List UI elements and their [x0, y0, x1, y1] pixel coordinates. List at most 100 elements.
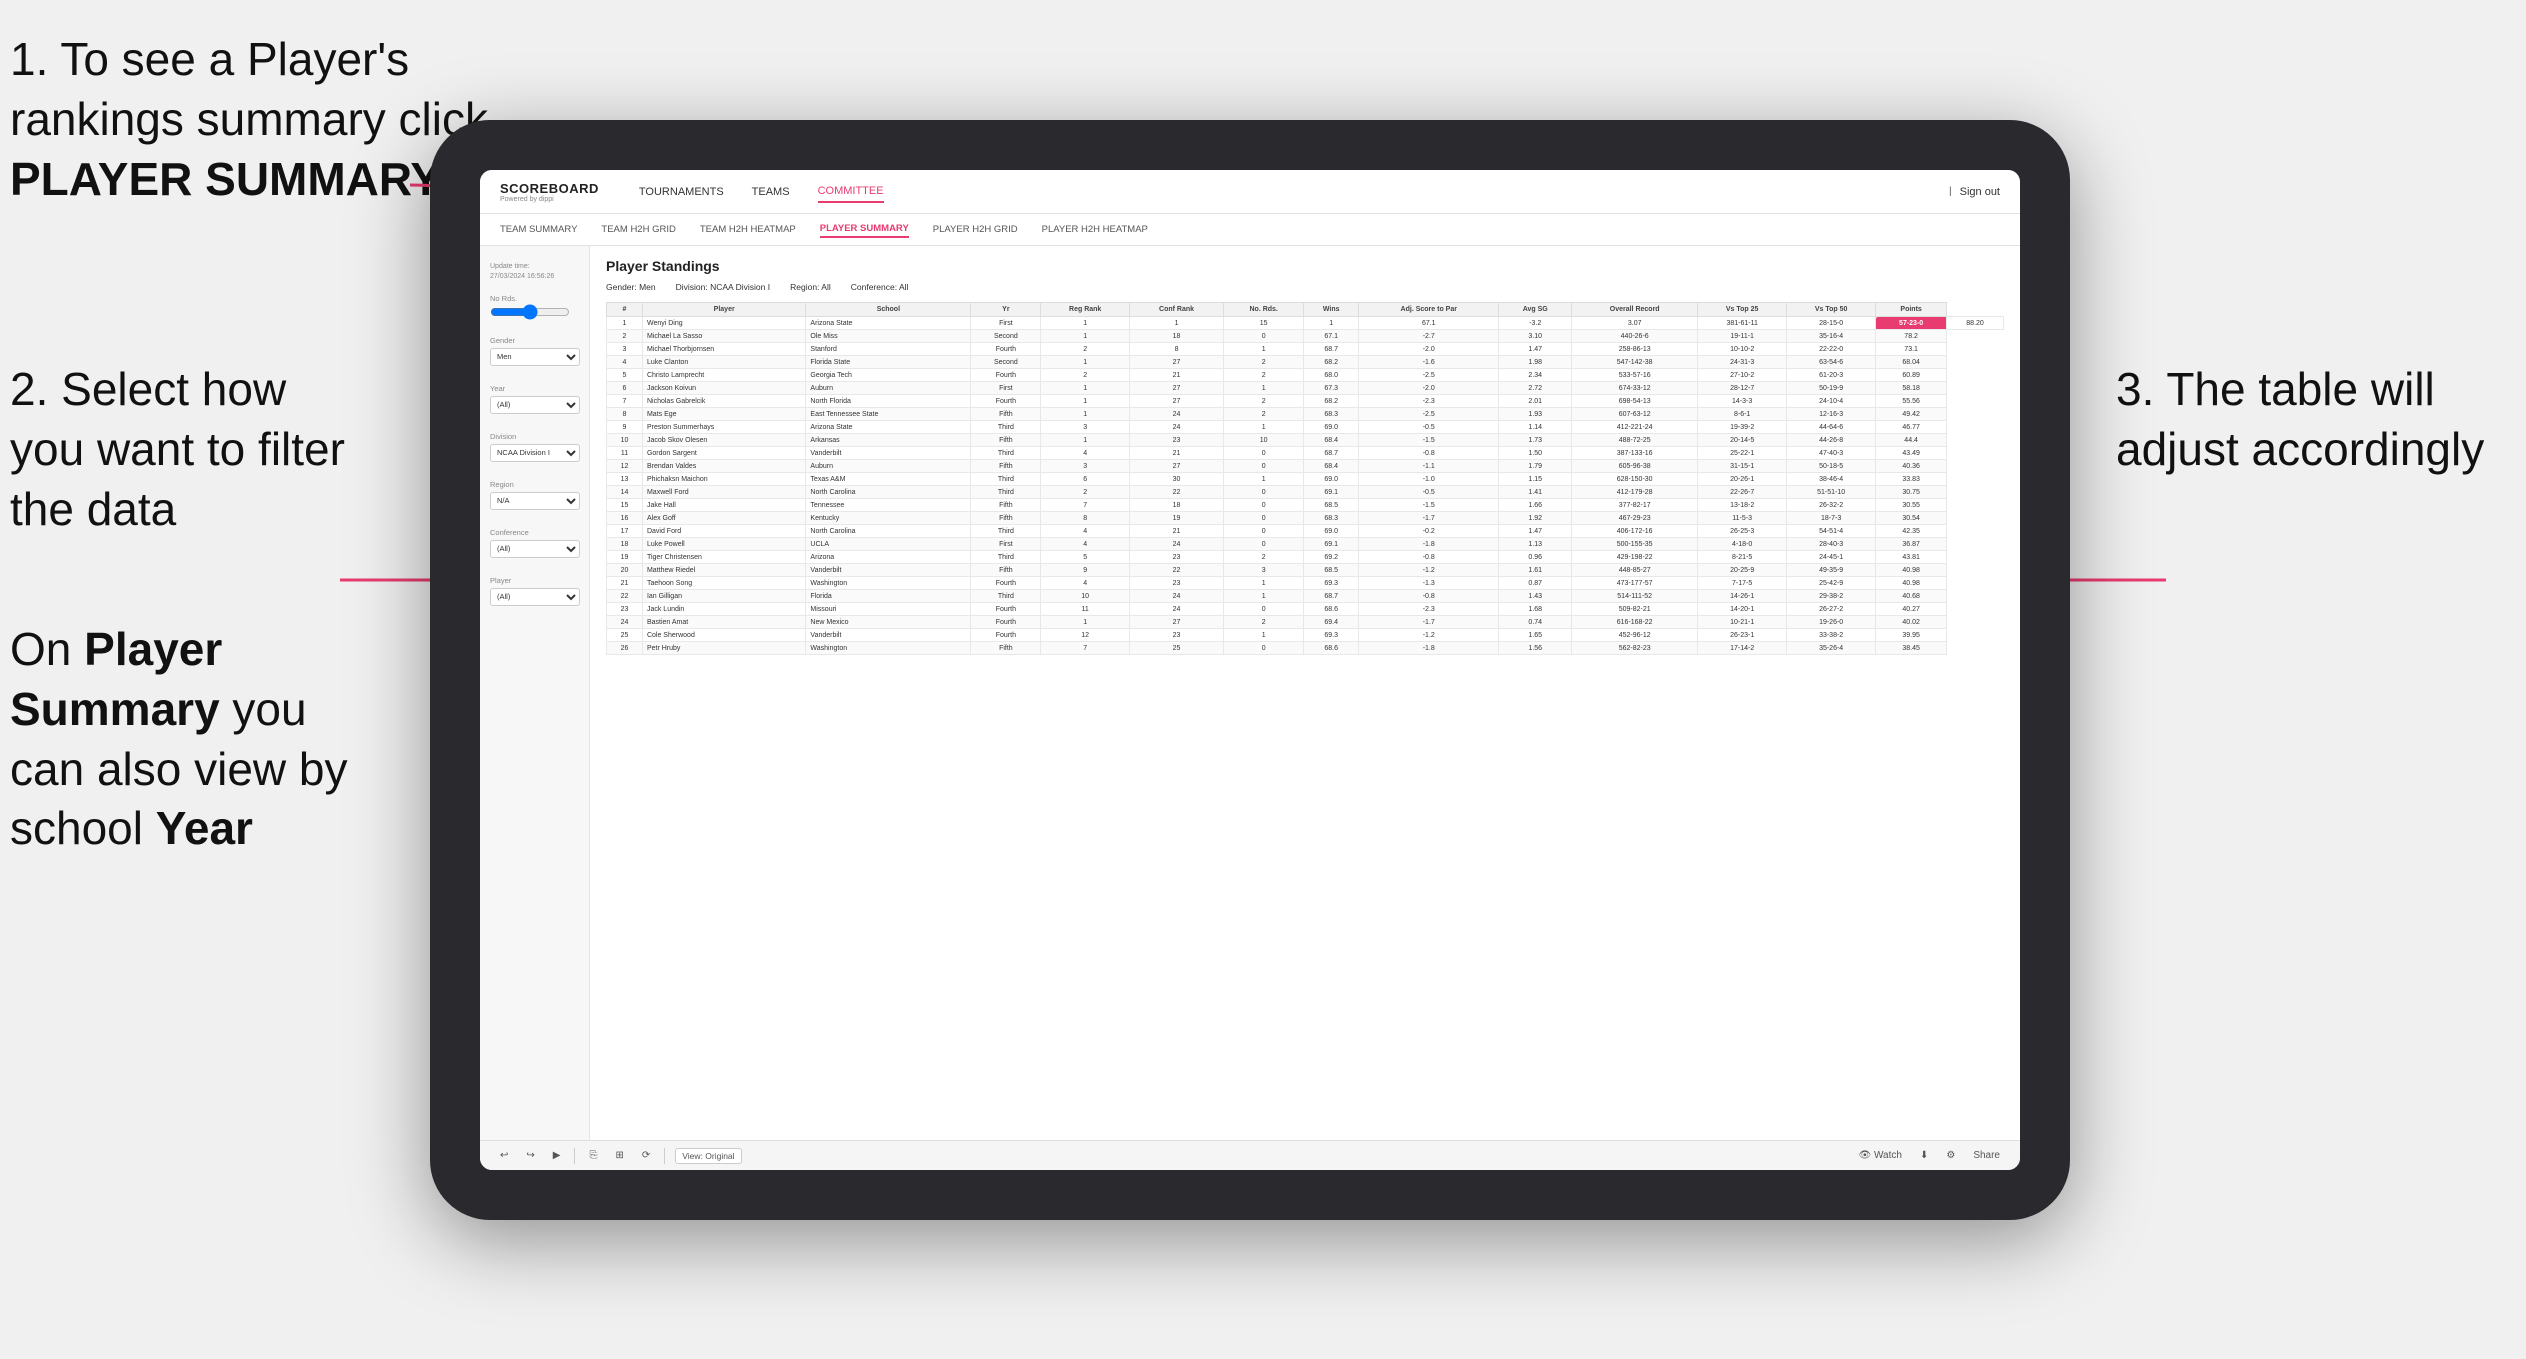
toolbar-sep2	[664, 1148, 665, 1164]
table-row[interactable]: 15Jake HallTennesseeFifth718068.5-1.51.6…	[607, 499, 2004, 512]
table-row[interactable]: 17David FordNorth CarolinaThird421069.0-…	[607, 525, 2004, 538]
sub-nav-player-h2h-grid[interactable]: PLAYER H2H GRID	[933, 222, 1018, 237]
col-conf-rank: Conf Rank	[1129, 303, 1223, 317]
main-content: Update time: 27/03/2024 16:56:26 No Rds.…	[480, 246, 2020, 1140]
table-row[interactable]: 23Jack LundinMissouriFourth1124068.6-2.3…	[607, 603, 2004, 616]
toolbar-undo[interactable]: ↩	[496, 1148, 512, 1163]
sign-out-link[interactable]: Sign out	[1960, 182, 2000, 202]
tablet-device: SCOREBOARD Powered by dippi TOURNAMENTS …	[430, 120, 2070, 1220]
table-row[interactable]: 6Jackson KoivunAuburnFirst127167.3-2.02.…	[607, 382, 2004, 395]
sub-nav-team-summary[interactable]: TEAM SUMMARY	[500, 222, 577, 237]
sidebar-no-rds-slider[interactable]	[490, 306, 570, 318]
sidebar-division-select[interactable]: NCAA Division I	[490, 444, 580, 462]
sidebar-conference-label: Conference	[490, 528, 579, 537]
col-school: School	[806, 303, 971, 317]
instruction-step1-bold: PLAYER SUMMARY	[10, 153, 441, 205]
nav-pipe: |	[1949, 186, 1952, 197]
sidebar-player-select[interactable]: (All)	[490, 588, 580, 606]
table-row[interactable]: 25Cole SherwoodVanderbiltFourth1223169.3…	[607, 629, 2004, 642]
table-row[interactable]: 12Brendan ValdesAuburnFifth327068.4-1.11…	[607, 460, 2004, 473]
table-row[interactable]: 11Gordon SargentVanderbiltThird421068.7-…	[607, 447, 2004, 460]
toolbar-watch[interactable]: 👁 Watch	[1855, 1148, 1906, 1163]
logo-text: SCOREBOARD	[500, 181, 599, 196]
table-row[interactable]: 2Michael La SassoOle MissSecond118067.1-…	[607, 330, 2004, 343]
bottom-toolbar: ↩ ↪ ▶ ⎘ ⊞ ⟳ View: Original 👁 Watch ⬇ ⚙ S…	[480, 1140, 2020, 1170]
toolbar-copy[interactable]: ⎘	[585, 1148, 601, 1163]
sidebar-update-time: Update time: 27/03/2024 16:56:26	[490, 262, 579, 282]
player-standings-table: # Player School Yr Reg Rank Conf Rank No…	[606, 302, 2004, 655]
filter-region: Region: All	[790, 282, 831, 292]
nav-item-teams[interactable]: TEAMS	[752, 182, 790, 202]
col-player: Player	[642, 303, 805, 317]
table-row[interactable]: 10Jacob Skov OlesenArkansasFifth1231068.…	[607, 434, 2004, 447]
sub-nav-player-summary[interactable]: PLAYER SUMMARY	[820, 221, 909, 238]
col-avg-sg: Avg SG	[1499, 303, 1572, 317]
table-header-row: # Player School Yr Reg Rank Conf Rank No…	[607, 303, 2004, 317]
sidebar-year-select[interactable]: (All)	[490, 396, 580, 414]
nav-items: TOURNAMENTS TEAMS COMMITTEE	[639, 181, 1919, 203]
table-row[interactable]: 3Michael ThorbjornsenStanfordFourth28168…	[607, 343, 2004, 356]
table-row[interactable]: 1Wenyi DingArizona StateFirst1115167.1-3…	[607, 317, 2004, 330]
col-yr: Yr	[971, 303, 1041, 317]
sidebar-division-label: Division	[490, 432, 579, 441]
sub-nav-team-h2h-grid[interactable]: TEAM H2H GRID	[601, 222, 675, 237]
table-row[interactable]: 18Luke PowellUCLAFirst424069.1-1.81.1350…	[607, 538, 2004, 551]
table-row[interactable]: 19Tiger ChristensenArizonaThird523269.2-…	[607, 551, 2004, 564]
table-row[interactable]: 20Matthew RiedelVanderbiltFifth922368.5-…	[607, 564, 2004, 577]
table-row[interactable]: 24Bastien AmatNew MexicoFourth127269.4-1…	[607, 616, 2004, 629]
toolbar-sep1	[574, 1148, 575, 1164]
col-points: Points	[1876, 303, 1947, 317]
sidebar-year-label: Year	[490, 384, 579, 393]
section-title: Player Standings	[606, 258, 2004, 274]
toolbar-share[interactable]: Share	[1969, 1148, 2004, 1163]
sidebar-no-rds-label: No Rds.	[490, 294, 579, 303]
sidebar-region-label: Region	[490, 480, 579, 489]
col-reg-rank: Reg Rank	[1041, 303, 1129, 317]
toolbar-paste[interactable]: ⊞	[611, 1148, 627, 1163]
instruction-step3: 3. The table will adjust accordingly	[2116, 360, 2496, 480]
filter-division: Division: NCAA Division I	[676, 282, 770, 292]
table-row[interactable]: 4Luke ClantonFlorida StateSecond127268.2…	[607, 356, 2004, 369]
sidebar-region-select[interactable]: N/A	[490, 492, 580, 510]
sidebar: Update time: 27/03/2024 16:56:26 No Rds.…	[480, 246, 590, 1140]
table-row[interactable]: 14Maxwell FordNorth CarolinaThird222069.…	[607, 486, 2004, 499]
toolbar-settings[interactable]: ⚙	[1942, 1148, 1959, 1163]
toolbar-refresh[interactable]: ⟳	[638, 1148, 654, 1163]
table-row[interactable]: 13Phichaksn MaichonTexas A&MThird630169.…	[607, 473, 2004, 486]
nav-item-tournaments[interactable]: TOURNAMENTS	[639, 182, 724, 202]
table-row[interactable]: 9Preston SummerhaysArizona StateThird324…	[607, 421, 2004, 434]
instruction-bottom-note1: On	[10, 623, 84, 675]
toolbar-redo[interactable]: ↪	[522, 1148, 538, 1163]
col-adj-score: Adj. Score to Par	[1359, 303, 1499, 317]
table-row[interactable]: 21Taehoon SongWashingtonFourth423169.3-1…	[607, 577, 2004, 590]
sub-nav: TEAM SUMMARY TEAM H2H GRID TEAM H2H HEAT…	[480, 214, 2020, 246]
toolbar-forward[interactable]: ▶	[549, 1148, 565, 1163]
instruction-step1-text: 1. To see a Player's rankings summary cl…	[10, 33, 488, 145]
table-row[interactable]: 22Ian GilliganFloridaThird1024168.7-0.81…	[607, 590, 2004, 603]
instruction-bottom-bold2: Year	[156, 802, 253, 854]
table-row[interactable]: 7Nicholas GabrelcikNorth FloridaFourth12…	[607, 395, 2004, 408]
col-rank: #	[607, 303, 643, 317]
table-row[interactable]: 8Mats EgeEast Tennessee StateFifth124268…	[607, 408, 2004, 421]
filter-conference: Conference: All	[851, 282, 909, 292]
sub-nav-team-h2h-heatmap[interactable]: TEAM H2H HEATMAP	[700, 222, 796, 237]
filter-gender: Gender: Men	[606, 282, 656, 292]
sidebar-gender-select[interactable]: Men	[490, 348, 580, 366]
table-row[interactable]: 16Alex GoffKentuckyFifth819068.3-1.71.92…	[607, 512, 2004, 525]
sub-nav-player-h2h-heatmap[interactable]: PLAYER H2H HEATMAP	[1042, 222, 1148, 237]
instruction-step2-text: 2. Select how you want to filter the dat…	[10, 363, 345, 535]
instruction-step3-text: 3. The table will adjust accordingly	[2116, 363, 2484, 475]
toolbar-download[interactable]: ⬇	[1916, 1148, 1932, 1163]
sidebar-player-label: Player	[490, 576, 579, 585]
table-row[interactable]: 5Christo LamprechtGeorgia TechFourth2212…	[607, 369, 2004, 382]
instruction-bottom: On Player Summary you can also view by s…	[10, 620, 370, 859]
table-row[interactable]: 26Petr HrubyWashingtonFifth725068.6-1.81…	[607, 642, 2004, 655]
nav-bar: SCOREBOARD Powered by dippi TOURNAMENTS …	[480, 170, 2020, 214]
nav-item-committee[interactable]: COMMITTEE	[818, 181, 884, 203]
col-no-rds: No. Rds.	[1224, 303, 1304, 317]
sidebar-conference-select[interactable]: (All)	[490, 540, 580, 558]
toolbar-view-btn[interactable]: View: Original	[675, 1148, 741, 1164]
nav-right: | Sign out	[1949, 182, 2000, 202]
tablet-screen: SCOREBOARD Powered by dippi TOURNAMENTS …	[480, 170, 2020, 1170]
filter-row: Gender: Men Division: NCAA Division I Re…	[606, 282, 2004, 292]
